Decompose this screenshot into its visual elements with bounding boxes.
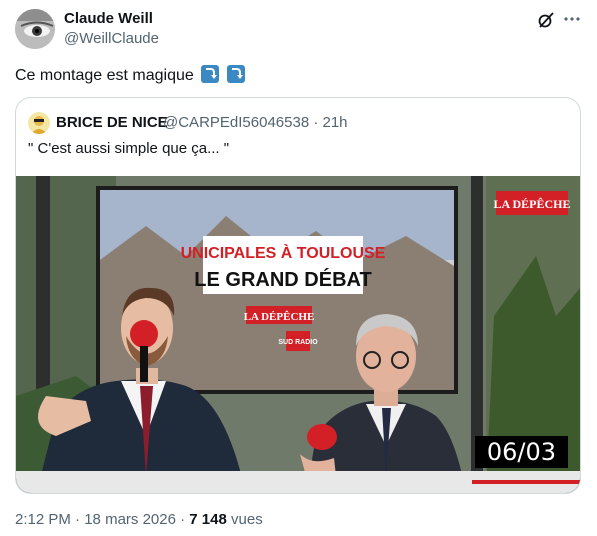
views-label: vues [231, 511, 263, 528]
quoted-author-handle[interactable]: @CARPEdI56046538 [163, 114, 309, 131]
partner-logo: SUD RADIO [278, 339, 318, 346]
tweet-text-content: Ce montage est magique [15, 67, 194, 84]
quoted-text: " C'est aussi simple que ça... " [28, 140, 230, 157]
quoted-separator: · [313, 114, 319, 131]
quoted-author-avatar[interactable] [28, 112, 50, 134]
screen-logo: LA DÉPÊCHE [244, 311, 315, 323]
author-name[interactable]: Claude Weill [64, 10, 153, 27]
video-player[interactable]: UNICIPALES À TOULOUSE LE GRAND DÉBAT LA … [16, 176, 580, 493]
screen-title-1: UNICIPALES À TOULOUSE [181, 243, 386, 262]
footer-separator: · [180, 511, 186, 528]
video-timestamp: 06/03 [474, 436, 568, 468]
more-icon[interactable] [562, 9, 582, 29]
author-avatar[interactable] [15, 9, 55, 49]
arrow-curving-down-icon [226, 65, 245, 83]
quoted-tweet[interactable]: BRICE DE NICE @CARPEdI56046538 · 21h " C… [15, 97, 581, 494]
tweet-time[interactable]: 2:12 PM [15, 511, 71, 528]
footer-separator: · [75, 511, 81, 528]
quoted-meta: @CARPEdI56046538 · 21h [163, 114, 348, 131]
author-handle[interactable]: @WeillClaude [64, 30, 159, 47]
screen-title-2: LE GRAND DÉBAT [194, 268, 371, 291]
corner-logo: LA DÉPÊCHE [493, 197, 570, 211]
tweet-footer: 2:12 PM · 18 mars 2026 · 7 148 vues [15, 511, 263, 528]
quoted-age[interactable]: 21h [323, 114, 348, 131]
tweet-date[interactable]: 18 mars 2026 [84, 511, 176, 528]
views-count[interactable]: 7 148 [189, 511, 227, 528]
grok-icon[interactable] [536, 10, 556, 30]
arrow-curving-down-icon [201, 65, 220, 83]
quoted-author-name[interactable]: BRICE DE NICE [56, 114, 168, 131]
tweet-text: Ce montage est magique [15, 65, 245, 85]
